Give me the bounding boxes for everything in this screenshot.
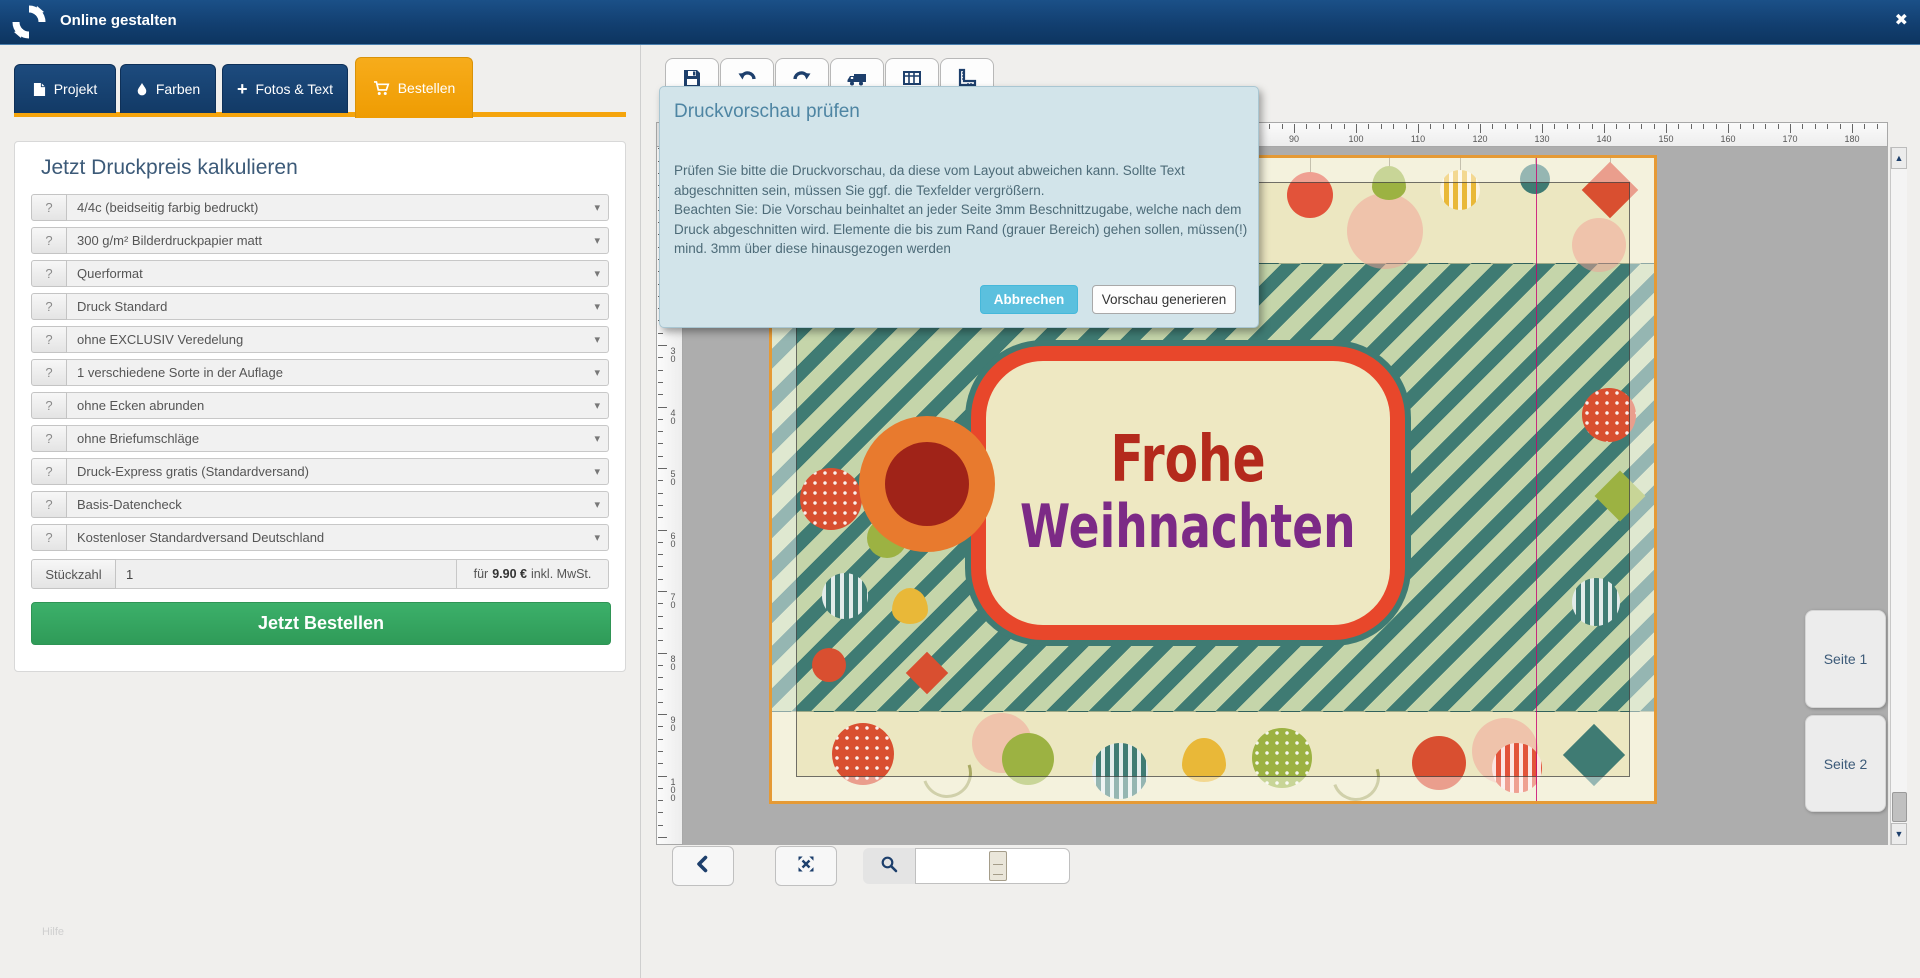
help-button[interactable]: ? — [31, 491, 67, 518]
order-panel-heading: Jetzt Druckpreis kalkulieren — [41, 156, 609, 180]
help-button[interactable]: ? — [31, 359, 67, 386]
option-select-color[interactable]: 4/4c (beidseitig farbig bedruckt) ▾ — [67, 194, 609, 221]
dialog-body: Prüfen Sie bitte die Druckvorschau, da d… — [674, 161, 1252, 259]
zoom-slider[interactable] — [915, 848, 1070, 884]
tab-label: Bestellen — [398, 80, 456, 96]
quantity-row: Stückzahl für 9.90 € inkl. MwSt. — [31, 559, 609, 589]
option-select-druckart[interactable]: Druck Standard ▾ — [67, 293, 609, 320]
quantity-input[interactable] — [116, 559, 457, 589]
option-select-datencheck[interactable]: Basis-Datencheck ▾ — [67, 491, 609, 518]
help-button[interactable]: ? — [31, 326, 67, 353]
canvas-scrollbar[interactable]: ▲ ▼ — [1890, 147, 1907, 845]
chevron-down-icon: ▾ — [594, 366, 600, 379]
scroll-down-icon[interactable]: ▼ — [1891, 823, 1907, 845]
chevron-down-icon: ▾ — [594, 267, 600, 280]
bleed-overlay-bottom — [772, 777, 1654, 801]
magnifier-icon — [879, 854, 899, 879]
print-option-row: ? Querformat ▾ — [31, 260, 609, 287]
order-panel: Jetzt Druckpreis kalkulieren ? 4/4c (bei… — [14, 141, 626, 672]
chevron-left-icon — [693, 854, 713, 879]
page-2-button[interactable]: Seite 2 — [1805, 715, 1886, 812]
print-option-row: ? Druck Standard ▾ — [31, 293, 609, 320]
guide-line — [1536, 158, 1537, 801]
option-select-versand[interactable]: Kostenloser Standardversand Deutschland … — [67, 524, 609, 551]
order-now-button[interactable]: Jetzt Bestellen — [31, 602, 611, 645]
print-option-row: ? ohne EXCLUSIV Veredelung ▾ — [31, 326, 609, 353]
titlebar: Online gestalten ✖ — [0, 0, 1920, 45]
panel-divider — [640, 44, 641, 978]
tab-label: Farben — [156, 81, 200, 97]
fit-view-button[interactable] — [775, 846, 837, 886]
scrollbar-thumb[interactable] — [1892, 792, 1907, 822]
expand-icon — [795, 853, 817, 880]
help-link[interactable]: Hilfe — [42, 926, 64, 938]
option-select-ecken[interactable]: ohne Ecken abrunden ▾ — [67, 392, 609, 419]
print-option-row: ? 4/4c (beidseitig farbig bedruckt) ▾ — [31, 194, 609, 221]
print-option-row: ? Kostenloser Standardversand Deutschlan… — [31, 524, 609, 551]
app-logo-icon — [12, 5, 46, 39]
option-select-paper[interactable]: 300 g/m² Bilderdruckpapier matt ▾ — [67, 227, 609, 254]
print-option-row: ? Basis-Datencheck ▾ — [31, 491, 609, 518]
option-select-format[interactable]: Querformat ▾ — [67, 260, 609, 287]
close-icon[interactable]: ✖ — [1895, 12, 1908, 30]
plus-icon: + — [237, 79, 248, 100]
help-button[interactable]: ? — [31, 194, 67, 221]
print-option-row: ? ohne Ecken abrunden ▾ — [31, 392, 609, 419]
chevron-down-icon: ▾ — [594, 333, 600, 346]
chevron-down-icon: ▾ — [594, 399, 600, 412]
page-1-button[interactable]: Seite 1 — [1805, 610, 1886, 708]
app-title: Online gestalten — [60, 12, 177, 29]
cart-icon — [373, 81, 390, 96]
option-select-veredelung[interactable]: ohne EXCLUSIV Veredelung ▾ — [67, 326, 609, 353]
back-button[interactable] — [672, 846, 734, 886]
print-option-row: ? 1 verschiedene Sorte in der Auflage ▾ — [31, 359, 609, 386]
quantity-label: Stückzahl — [31, 559, 116, 589]
chevron-down-icon: ▾ — [594, 432, 600, 445]
dialog-title: Druckvorschau prüfen — [674, 101, 1244, 123]
price-display: für 9.90 € inkl. MwSt. — [457, 559, 609, 589]
cancel-button[interactable]: Abbrechen — [980, 285, 1078, 314]
help-button[interactable]: ? — [31, 227, 67, 254]
help-button[interactable]: ? — [31, 458, 67, 485]
chevron-down-icon: ▾ — [594, 465, 600, 478]
tab-projekt[interactable]: Projekt — [14, 64, 116, 113]
zoom-control — [863, 848, 915, 884]
chevron-down-icon: ▾ — [594, 498, 600, 511]
help-button[interactable]: ? — [31, 392, 67, 419]
price-value: 9.90 € — [492, 567, 527, 581]
tab-bestellen[interactable]: Bestellen — [355, 57, 473, 118]
paint-icon — [136, 82, 148, 96]
print-option-row: ? Druck-Express gratis (Standardversand)… — [31, 458, 609, 485]
zoom-slider-handle[interactable] — [989, 851, 1007, 881]
help-button[interactable]: ? — [31, 425, 67, 452]
bleed-overlay-right — [1630, 182, 1654, 777]
chevron-down-icon: ▾ — [594, 234, 600, 247]
document-icon — [33, 82, 46, 97]
tab-label: Fotos & Text — [255, 81, 333, 97]
tab-farben[interactable]: Farben — [120, 64, 216, 113]
option-select-sorten[interactable]: 1 verschiedene Sorte in der Auflage ▾ — [67, 359, 609, 386]
help-button[interactable]: ? — [31, 293, 67, 320]
tab-fotos-text[interactable]: + Fotos & Text — [222, 64, 348, 113]
help-button[interactable]: ? — [31, 260, 67, 287]
online-gestalten-app: Online gestalten ✖ Projekt Farben + Foto… — [0, 0, 1920, 978]
chevron-down-icon: ▾ — [594, 531, 600, 544]
chevron-down-icon: ▾ — [594, 300, 600, 313]
generate-preview-button[interactable]: Vorschau generieren — [1092, 285, 1236, 314]
option-select-briefumschlaege[interactable]: ohne Briefumschläge ▾ — [67, 425, 609, 452]
help-button[interactable]: ? — [31, 524, 67, 551]
print-preview-dialog: Druckvorschau prüfen Prüfen Sie bitte di… — [659, 86, 1259, 328]
option-select-express[interactable]: Druck-Express gratis (Standardversand) ▾ — [67, 458, 609, 485]
tab-label: Projekt — [54, 81, 98, 97]
print-option-row: ? ohne Briefumschläge ▾ — [31, 425, 609, 452]
chevron-down-icon: ▾ — [594, 201, 600, 214]
print-option-row: ? 300 g/m² Bilderdruckpapier matt ▾ — [31, 227, 609, 254]
scroll-up-icon[interactable]: ▲ — [1891, 147, 1907, 169]
